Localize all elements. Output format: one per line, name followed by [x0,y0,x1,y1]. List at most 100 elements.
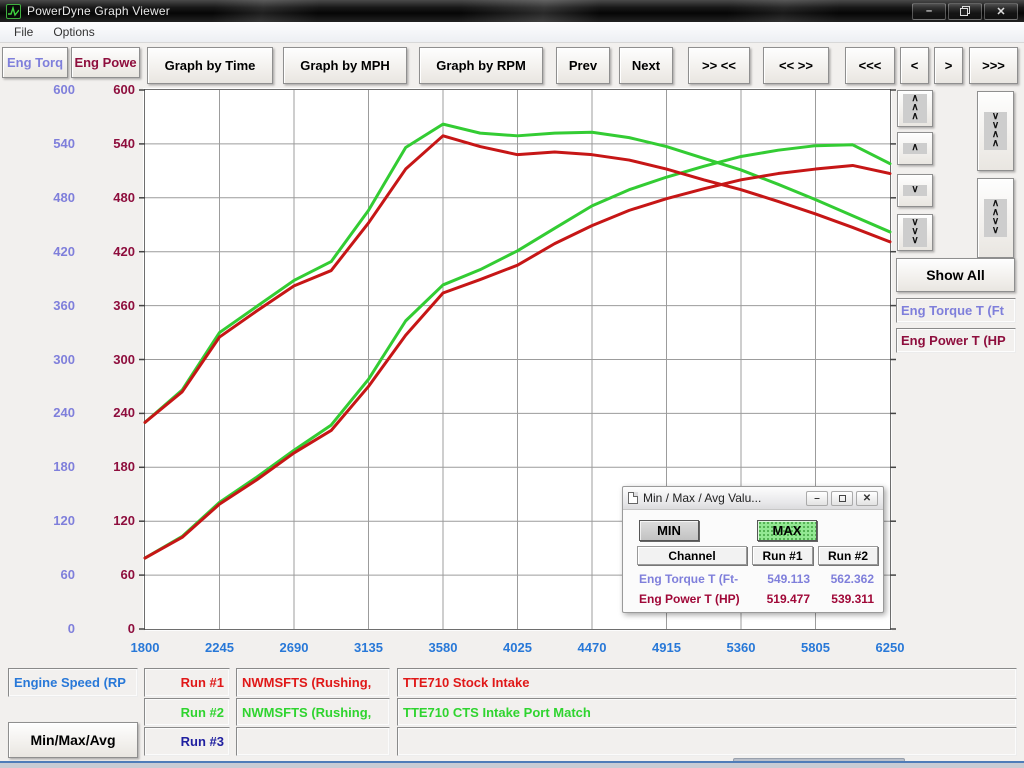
y-tick-label: 60 [80,567,135,582]
column-header-channel[interactable]: Channel [637,546,747,565]
x-tick-label: 3135 [354,640,383,655]
document-icon [628,492,638,504]
minmax-minimize-button[interactable]: – [806,491,828,506]
column-header-run2[interactable]: Run #2 [818,546,878,565]
y-tick-label: 360 [20,297,75,312]
minmax-row-torque-name: Eng Torque T (Ft- [639,572,738,586]
y-tick-label: 240 [20,405,75,420]
run1-description-field[interactable]: TTE710 Stock Intake [397,668,1017,697]
y-tick-label: 120 [80,513,135,528]
x-tick-label: 4915 [652,640,681,655]
y-tick-label: 480 [20,190,75,205]
run2-label-field[interactable]: Run #2 [144,698,230,726]
zoom-out-vertical-button[interactable]: ∧∧∨∨ [977,178,1014,258]
zoom-in-horizontal-button[interactable]: >> << [688,47,750,84]
minmax-power-run2-value: 539.311 [818,592,874,606]
scroll-bottom-button[interactable]: ∨∨∨ [897,214,933,251]
y-tick-label: 420 [20,243,75,258]
y-tick-label: 480 [80,190,135,205]
scroll-right-button[interactable]: > [934,47,963,84]
x-tick-label: 3580 [429,640,458,655]
title-bar: PowerDyne Graph Viewer – ✕ [0,0,1024,22]
graph-by-rpm-button[interactable]: Graph by RPM [419,47,543,84]
minmax-restore-button[interactable] [831,491,853,506]
scroll-far-left-button[interactable]: <<< [845,47,895,84]
run3-label-field[interactable]: Run #3 [144,727,230,756]
collapse-chevrons-icon: ∨∨∧∧ [984,112,1007,150]
y-tick-label: 300 [80,351,135,366]
minmax-torque-run2-value: 562.362 [818,572,874,586]
zoom-in-vertical-button[interactable]: ∨∨∧∧ [977,91,1014,171]
y-tick-label: 0 [20,621,75,636]
restore-button[interactable] [948,3,982,20]
scroll-far-right-button[interactable]: >>> [969,47,1018,84]
scroll-down-button[interactable]: ∨ [897,174,933,207]
x-tick-label: 2690 [280,640,309,655]
y-tick-label: 360 [80,297,135,312]
y-tick-label: 0 [80,621,135,636]
y-tick-label: 60 [20,567,75,582]
y-tick-label: 600 [20,82,75,97]
graph-by-time-button[interactable]: Graph by Time [147,47,273,84]
x-tick-label: 4025 [503,640,532,655]
max-toggle-button[interactable]: MAX [757,520,817,541]
x-tick-label: 5805 [801,640,830,655]
minmax-title-bar[interactable]: Min / Max / Avg Valu... – ✕ [623,487,883,510]
legend-torque: Eng Torque T (Ft [896,298,1016,323]
y-tick-label: 600 [80,82,135,97]
run3-description-field[interactable] [397,727,1017,756]
scroll-top-button[interactable]: ∧∧∧ [897,90,933,127]
y-tick-label: 540 [80,136,135,151]
min-toggle-button[interactable]: MIN [639,520,699,541]
y-tick-label: 180 [80,459,135,474]
zoom-out-horizontal-button[interactable]: << >> [763,47,829,84]
x-channel-field[interactable]: Engine Speed (RP [8,668,138,697]
x-tick-label: 6250 [876,640,905,655]
run2-file-field[interactable]: NWMSFTS (Rushing, [236,698,390,726]
y-tick-label: 300 [20,351,75,366]
window-title: PowerDyne Graph Viewer [27,4,170,18]
app-logo-icon [6,4,21,19]
run1-label-field[interactable]: Run #1 [144,668,230,697]
x-tick-label: 4470 [578,640,607,655]
scroll-left-button[interactable]: < [900,47,929,84]
down-chevron-icon: ∨ [903,185,926,196]
restore-icon [960,6,970,16]
minmax-row-power-name: Eng Power T (HP) [639,592,740,606]
y-tick-label: 120 [20,513,75,528]
titlebar-gloss [180,0,880,22]
minimize-button[interactable]: – [912,3,946,20]
x-tick-label: 5360 [727,640,756,655]
minmax-avg-button[interactable]: Min/Max/Avg [8,722,138,758]
scroll-up-button[interactable]: ∧ [897,132,933,165]
channel-power-button[interactable]: Eng Powe [71,47,140,78]
triple-down-chevron-icon: ∨∨∨ [903,218,926,247]
run3-file-field[interactable] [236,727,390,756]
y-tick-label: 180 [20,459,75,474]
run2-description-field[interactable]: TTE710 CTS Intake Port Match [397,698,1017,726]
menu-file[interactable]: File [6,23,41,41]
column-header-run1[interactable]: Run #1 [752,546,813,565]
run1-file-field[interactable]: NWMSFTS (Rushing, [236,668,390,697]
prev-button[interactable]: Prev [556,47,610,84]
triple-up-chevron-icon: ∧∧∧ [903,94,926,123]
y-tick-label: 420 [80,243,135,258]
next-button[interactable]: Next [619,47,673,84]
menu-options[interactable]: Options [45,23,102,41]
y-tick-label: 240 [80,405,135,420]
taskbar-strip [0,761,1024,768]
close-button[interactable]: ✕ [984,3,1018,20]
x-tick-label: 2245 [205,640,234,655]
app-window: PowerDyne Graph Viewer – ✕ File Options … [0,0,1024,768]
minmax-torque-run1-value: 549.113 [752,572,810,586]
minmax-window-title: Min / Max / Avg Valu... [643,491,761,505]
channel-torque-button[interactable]: Eng Torq [2,47,68,78]
minmax-close-button[interactable]: ✕ [856,491,878,506]
legend-power: Eng Power T (HP [896,328,1016,353]
x-tick-label: 1800 [131,640,160,655]
minmax-window: Min / Max / Avg Valu... – ✕ MIN MAX Chan… [622,486,884,613]
graph-by-mph-button[interactable]: Graph by MPH [283,47,407,84]
up-chevron-icon: ∧ [903,143,926,154]
minmax-power-run1-value: 519.477 [752,592,810,606]
show-all-button[interactable]: Show All [896,258,1015,292]
